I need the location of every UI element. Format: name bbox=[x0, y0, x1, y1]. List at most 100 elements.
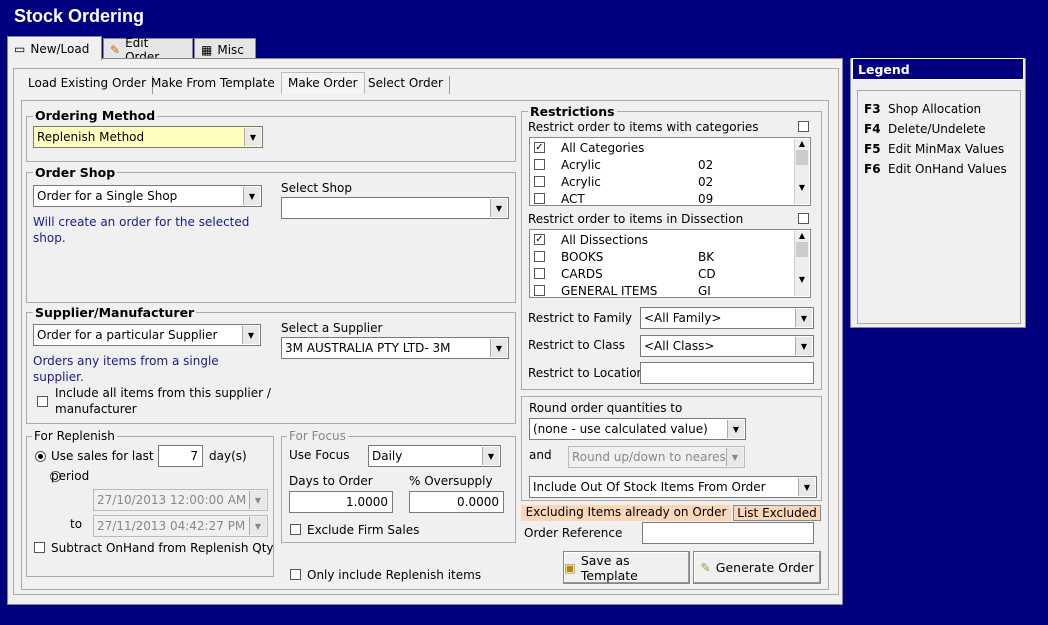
select-shop-dropdown[interactable]: ▼ bbox=[281, 197, 509, 219]
list-checkbox[interactable] bbox=[534, 176, 545, 187]
list-item[interactable]: GENERAL ITEMS GI bbox=[534, 282, 711, 299]
excluding-notice: Excluding Items already on Order bbox=[521, 505, 731, 521]
subtract-onhand-checkbox[interactable] bbox=[34, 542, 45, 553]
list-item[interactable]: ACT 09 bbox=[534, 190, 713, 207]
list-checkbox[interactable] bbox=[534, 159, 545, 170]
save-template-button[interactable]: ▣ Save as Template bbox=[563, 551, 690, 584]
only-replenish-checkbox[interactable] bbox=[290, 569, 301, 580]
window-title: Stock Ordering bbox=[14, 6, 145, 26]
list-checkbox[interactable]: ✓ bbox=[534, 142, 545, 153]
chevron-down-icon: ▼ bbox=[795, 337, 812, 355]
grid-icon: ▦ bbox=[201, 42, 213, 57]
select-shop-label: Select Shop bbox=[281, 181, 353, 195]
period-label: period bbox=[51, 469, 90, 483]
tab-misc[interactable]: ▦ Misc bbox=[194, 38, 256, 60]
wand-icon: ✎ bbox=[700, 560, 711, 575]
order-shop-select[interactable]: Order for a Single Shop ▼ bbox=[33, 185, 262, 207]
chevron-down-icon: ▼ bbox=[490, 339, 507, 357]
chevron-down-icon: ▼ bbox=[249, 491, 266, 509]
generate-order-button[interactable]: ✎ Generate Order bbox=[693, 551, 821, 584]
subtab-make-order[interactable]: Make Order bbox=[281, 72, 365, 94]
supplier-title: Supplier/Manufacturer bbox=[33, 305, 197, 320]
subtract-onhand-label: Subtract OnHand from Replenish Qty bbox=[51, 541, 274, 555]
location-label: Restrict to Location bbox=[528, 366, 645, 380]
list-checkbox[interactable] bbox=[534, 251, 545, 262]
category-list[interactable]: ✓ All Categories Acrylic 02 Acrylic 02 ACT 0… bbox=[529, 137, 811, 206]
round-direction-select[interactable]: Round up/down to nearest ▼ bbox=[568, 446, 745, 468]
chevron-down-icon: ▼ bbox=[798, 478, 815, 496]
and-label: and bbox=[529, 448, 552, 462]
select-supplier-label: Select a Supplier bbox=[281, 321, 383, 335]
include-all-label: Include all items from this supplier / m… bbox=[55, 386, 271, 416]
chevron-down-icon: ▼ bbox=[726, 448, 743, 466]
only-replenish-label: Only include Replenish items bbox=[307, 568, 482, 582]
category-restrict-checkbox[interactable] bbox=[798, 121, 809, 132]
days-to-order-input[interactable]: 1.0000 bbox=[289, 491, 393, 513]
include-all-checkbox[interactable] bbox=[37, 396, 48, 407]
dissection-restrict-checkbox[interactable] bbox=[798, 213, 809, 224]
list-checkbox[interactable] bbox=[534, 268, 545, 279]
days-input[interactable]: 7 bbox=[158, 445, 203, 467]
round-select[interactable]: (none - use calculated value) ▼ bbox=[529, 418, 746, 440]
list-item[interactable]: BOOKS BK bbox=[534, 248, 714, 265]
tab-edit-order[interactable]: ✎ Edit Order bbox=[103, 36, 193, 64]
oversupply-label: % Oversupply bbox=[409, 474, 493, 488]
use-sales-label: Use sales for last bbox=[51, 449, 154, 463]
legend-item: F3 Shop Allocation bbox=[864, 102, 982, 116]
subtab-load-existing[interactable]: Load Existing Order bbox=[22, 76, 154, 94]
list-checkbox[interactable] bbox=[534, 285, 545, 296]
use-focus-label: Use Focus bbox=[289, 448, 350, 462]
list-excluded-link[interactable]: List Excluded bbox=[733, 505, 821, 521]
chevron-down-icon: ▼ bbox=[482, 447, 499, 465]
days-unit: day(s) bbox=[209, 449, 247, 463]
order-shop-note: Will create an order for the selected sh… bbox=[33, 215, 250, 245]
chevron-down-icon: ▼ bbox=[727, 420, 744, 438]
to-label: to bbox=[70, 517, 83, 531]
scrollbar[interactable]: ▲ ▼ bbox=[794, 139, 809, 204]
exclude-firm-label: Exclude Firm Sales bbox=[307, 523, 420, 537]
category-restrict-label: Restrict order to items with categories bbox=[528, 120, 759, 134]
list-checkbox[interactable]: ✓ bbox=[534, 234, 545, 245]
round-label: Round order quantities to bbox=[529, 401, 683, 415]
dissection-list[interactable]: ✓ All Dissections BOOKS BK CARDS CD GENERAL… bbox=[529, 229, 811, 298]
ordering-method-select[interactable]: Replenish Method ▼ bbox=[33, 126, 263, 148]
out-of-stock-select[interactable]: Include Out Of Stock Items From Order ▼ bbox=[529, 476, 817, 498]
days-to-order-label: Days to Order bbox=[289, 474, 373, 488]
chevron-down-icon: ▼ bbox=[244, 128, 261, 146]
restrictions-title: Restrictions bbox=[528, 104, 617, 119]
use-sales-radio[interactable] bbox=[35, 451, 46, 462]
legend-item: F4 Delete/Undelete bbox=[864, 122, 986, 136]
order-reference-input[interactable] bbox=[642, 522, 814, 544]
chevron-down-icon: ▼ bbox=[490, 199, 507, 217]
supplier-note: Orders any items from a single supplier. bbox=[33, 354, 219, 384]
exclude-firm-checkbox[interactable] bbox=[290, 524, 301, 535]
list-checkbox[interactable] bbox=[534, 193, 545, 204]
family-select[interactable]: <All Family> ▼ bbox=[640, 307, 814, 329]
list-item[interactable]: Acrylic 02 bbox=[534, 156, 713, 173]
location-input[interactable] bbox=[640, 362, 814, 384]
focus-select[interactable]: Daily ▼ bbox=[368, 445, 501, 467]
order-shop-title: Order Shop bbox=[33, 165, 118, 180]
pencil-icon: ✎ bbox=[110, 42, 121, 57]
list-item[interactable]: CARDS CD bbox=[534, 265, 716, 282]
subtab-select-order[interactable]: Select Order bbox=[362, 76, 450, 94]
dissection-restrict-label: Restrict order to items in Dissection bbox=[528, 212, 744, 226]
scrollbar[interactable]: ▲ ▼ bbox=[794, 231, 809, 296]
supplier-select[interactable]: 3M AUSTRALIA PTY LTD- 3M ▼ bbox=[281, 337, 509, 359]
list-item[interactable]: ✓ All Categories bbox=[534, 139, 698, 156]
list-item[interactable]: ✓ All Dissections bbox=[534, 231, 698, 248]
order-reference-label: Order Reference bbox=[524, 526, 623, 540]
page-icon: ▭ bbox=[14, 41, 26, 56]
supplier-mode-select[interactable]: Order for a particular Supplier ▼ bbox=[33, 324, 261, 346]
class-select[interactable]: <All Class> ▼ bbox=[640, 335, 814, 357]
replenish-title: For Replenish bbox=[32, 429, 117, 443]
chevron-down-icon: ▼ bbox=[249, 517, 266, 535]
period-to-date[interactable]: 27/11/2013 04:42:27 PM ▼ bbox=[93, 515, 268, 537]
list-item[interactable]: Acrylic 02 bbox=[534, 173, 713, 190]
subtab-make-template[interactable]: Make From Template bbox=[145, 76, 282, 94]
chevron-down-icon: ▼ bbox=[242, 326, 259, 344]
legend-item: F6 Edit OnHand Values bbox=[864, 162, 1007, 176]
oversupply-input[interactable]: 0.0000 bbox=[409, 491, 504, 513]
period-from-date[interactable]: 27/10/2013 12:00:00 AM ▼ bbox=[93, 489, 268, 511]
tab-new-load[interactable]: ▭ New/Load bbox=[7, 36, 102, 60]
